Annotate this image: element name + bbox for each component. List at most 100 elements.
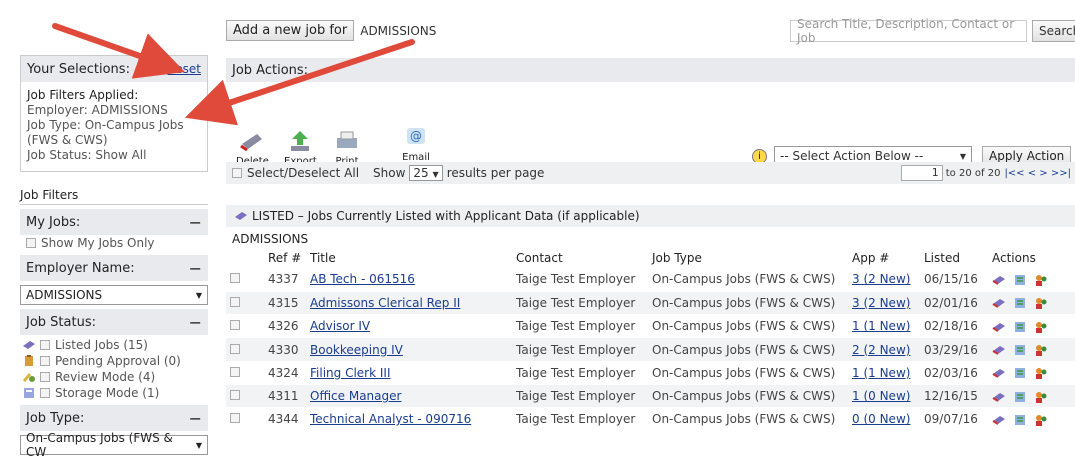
- edit-icon[interactable]: [992, 344, 1006, 356]
- job-title-link[interactable]: Filing Clerk III: [310, 366, 390, 380]
- col-title[interactable]: Title: [306, 248, 512, 268]
- group-label: ADMISSIONS: [232, 232, 309, 246]
- ref-cell: 4344: [264, 407, 306, 432]
- employer-select[interactable]: ADMISSIONS ▼: [20, 285, 208, 305]
- row-checkbox[interactable]: [226, 291, 264, 316]
- applicants-link[interactable]: 2 (2 New): [852, 343, 910, 357]
- status-label: Pending Approval (0): [55, 354, 181, 368]
- contact-cell: Taige Test Employer: [512, 384, 648, 409]
- row-checkbox[interactable]: [226, 384, 264, 409]
- edit-icon[interactable]: [992, 391, 1006, 403]
- job-title-link[interactable]: Bookkeeping IV: [310, 343, 403, 357]
- page-number-input[interactable]: 1: [900, 165, 943, 181]
- applicants-link[interactable]: 3 (2 New): [852, 296, 910, 310]
- job-title-link[interactable]: Admissons Clerical Rep II: [310, 296, 460, 310]
- users-icon[interactable]: [1034, 274, 1048, 286]
- notes-icon[interactable]: [1013, 321, 1027, 333]
- row-checkbox[interactable]: [226, 314, 264, 339]
- status-listed[interactable]: Listed Jobs (15): [22, 337, 208, 353]
- status-storage[interactable]: Storage Mode (1): [22, 385, 208, 401]
- job-type-select[interactable]: On-Campus Jobs (FWS & CW ▼: [20, 431, 208, 459]
- users-icon[interactable]: [1034, 297, 1048, 310]
- page-nav-links[interactable]: |<< < > >>|: [1004, 168, 1071, 179]
- select-all-label: Select/Deselect All: [247, 166, 360, 180]
- checkbox-icon[interactable]: [40, 356, 50, 366]
- col-job-type[interactable]: Job Type: [648, 248, 848, 268]
- col-ref[interactable]: Ref #: [264, 248, 306, 268]
- row-checkbox[interactable]: [226, 407, 264, 432]
- job-title-link[interactable]: Office Manager: [310, 389, 401, 403]
- notes-icon[interactable]: [1013, 297, 1027, 309]
- contact-cell: Taige Test Employer: [512, 337, 648, 362]
- job-title-link[interactable]: Technical Analyst - 090716: [310, 412, 471, 426]
- per-page-value: 25: [413, 166, 429, 180]
- my-jobs-header[interactable]: My Jobs: −: [20, 209, 208, 235]
- actions-cell: [988, 384, 1075, 409]
- status-review[interactable]: Review Mode (4): [22, 369, 208, 385]
- checkbox-icon[interactable]: [230, 343, 240, 354]
- applicants-link[interactable]: 1 (1 New): [852, 319, 910, 333]
- checkbox-icon[interactable]: [26, 238, 36, 248]
- title-cell: Office Manager: [306, 384, 512, 409]
- notes-icon[interactable]: [1013, 391, 1027, 403]
- edit-icon[interactable]: [992, 367, 1006, 379]
- collapse-icon[interactable]: −: [189, 213, 202, 232]
- users-icon[interactable]: [1034, 414, 1048, 426]
- select-all-checkbox[interactable]: [232, 168, 242, 178]
- edit-icon[interactable]: [992, 414, 1006, 426]
- job-title-link[interactable]: AB Tech - 061516: [310, 272, 415, 286]
- job-type-header[interactable]: Job Type: −: [20, 405, 208, 431]
- applicants-link[interactable]: 3 (2 New): [852, 272, 910, 286]
- pencil-tag-icon: [23, 341, 35, 349]
- checkbox-icon[interactable]: [230, 273, 240, 284]
- add-job-button[interactable]: Add a new job for: [226, 20, 355, 41]
- show-my-jobs-checkbox[interactable]: Show My Jobs Only: [20, 235, 208, 251]
- row-checkbox[interactable]: [226, 337, 264, 362]
- checkbox-icon[interactable]: [230, 390, 240, 401]
- contact-cell: Taige Test Employer: [512, 407, 648, 432]
- notes-icon[interactable]: [1013, 414, 1027, 426]
- users-icon[interactable]: [1034, 367, 1048, 380]
- checkbox-icon[interactable]: [230, 320, 240, 331]
- edit-icon[interactable]: [992, 297, 1006, 309]
- users-icon[interactable]: [1034, 391, 1048, 403]
- checkbox-icon[interactable]: [40, 372, 50, 382]
- applicants-link[interactable]: 1 (0 New): [852, 389, 910, 403]
- status-pending[interactable]: Pending Approval (0): [22, 353, 208, 369]
- per-page-select[interactable]: 25 ▼: [409, 165, 443, 181]
- search-input[interactable]: Search Title, Description, Contact or Jo…: [790, 17, 1027, 45]
- checkbox-icon[interactable]: [230, 413, 240, 424]
- row-checkbox[interactable]: [226, 268, 264, 292]
- table-row: 4311 Office Manager Taige Test Employer On-…: [226, 384, 1075, 409]
- collapse-icon[interactable]: −: [189, 313, 202, 332]
- col-contact[interactable]: Contact: [512, 248, 648, 268]
- job-status-header[interactable]: Job Status: −: [20, 309, 208, 335]
- applicants-link[interactable]: 0 (0 New): [852, 412, 910, 426]
- app-cell: 1 (0 New): [848, 384, 920, 409]
- main-panel: Job Actions: Delete Export Print @ Email…: [226, 58, 1075, 174]
- pencil-tag-icon: [235, 212, 247, 220]
- checkbox-icon[interactable]: [40, 388, 50, 398]
- notes-icon[interactable]: [1013, 274, 1027, 286]
- col-app[interactable]: App #: [848, 248, 920, 268]
- checkbox-icon[interactable]: [40, 340, 50, 350]
- edit-icon[interactable]: [992, 274, 1006, 286]
- reset-link[interactable]: Reset: [167, 62, 201, 76]
- collapse-icon[interactable]: −: [189, 409, 202, 428]
- checkbox-icon[interactable]: [230, 296, 240, 307]
- col-listed[interactable]: Listed: [920, 248, 988, 268]
- storage-icon: [24, 388, 34, 398]
- checkbox-icon[interactable]: [230, 366, 240, 377]
- edit-icon[interactable]: [992, 321, 1006, 333]
- employer-name-header[interactable]: Employer Name: −: [20, 255, 208, 281]
- applicants-link[interactable]: 1 (1 New): [852, 366, 910, 380]
- search-button[interactable]: Search: [1032, 20, 1075, 42]
- collapse-icon[interactable]: −: [189, 259, 202, 278]
- row-checkbox[interactable]: [226, 361, 264, 385]
- users-icon[interactable]: [1034, 321, 1048, 333]
- users-icon[interactable]: [1034, 344, 1048, 357]
- job-title-link[interactable]: Advisor IV: [310, 319, 370, 333]
- notes-icon[interactable]: [1013, 367, 1027, 379]
- notes-icon[interactable]: [1013, 344, 1027, 356]
- action-select-value: -- Select Action Below --: [780, 149, 924, 163]
